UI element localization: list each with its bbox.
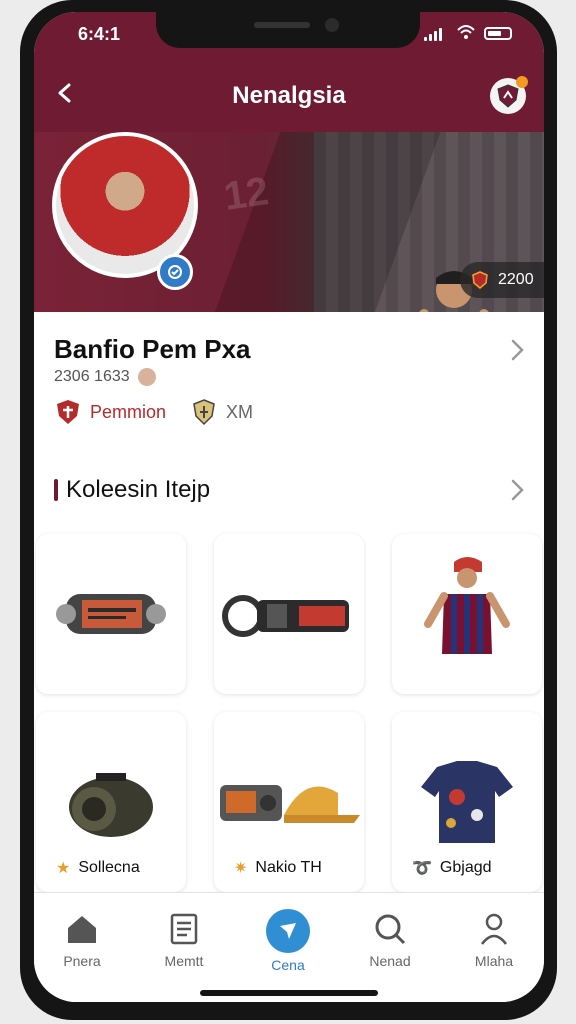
item-label: ➰ Gbjagd xyxy=(412,858,492,878)
item-label: ✷ Nakio TH xyxy=(234,858,322,878)
section-title-text: Koleesin Itejp xyxy=(66,476,211,503)
spark-icon: ✷ xyxy=(234,860,248,877)
collection-item-canister[interactable]: ★ Sollecna xyxy=(36,712,186,892)
belt-icon xyxy=(222,595,349,637)
profile-card[interactable]: Banfio Pem Pxa 2306 1633 Pemmion XM xyxy=(34,312,544,453)
star-icon: ★ xyxy=(56,860,71,877)
signal-icon xyxy=(424,28,442,41)
item-label: ★ Sollecna xyxy=(56,858,140,878)
collection-item-figure[interactable] xyxy=(392,534,542,694)
tag-pemmion[interactable]: Pemmion xyxy=(54,398,166,426)
speaker-grille xyxy=(254,22,310,28)
jersey-icon xyxy=(421,761,513,843)
collection-item-scroll[interactable] xyxy=(36,534,186,694)
screen: Nenalgsia 6:4:1 12 2200 Banfio Pem Pxa 2… xyxy=(34,12,544,1002)
nav-label: Nenad xyxy=(369,953,411,969)
section-accent-bar xyxy=(54,479,58,501)
score-chip: 2200 xyxy=(460,262,544,298)
collection-item-camera-cap[interactable]: ✷ Nakio TH xyxy=(214,712,364,892)
nav-label: Pnera xyxy=(63,953,101,969)
battery-icon xyxy=(484,27,512,40)
home-indicator xyxy=(200,990,378,996)
profile-meta-text: 2306 1633 xyxy=(54,368,130,385)
ribbon-icon: ➰ xyxy=(412,860,432,877)
profile-meta: 2306 1633 xyxy=(54,368,156,386)
nav-label: Cena xyxy=(271,957,305,973)
film-canister-icon xyxy=(69,773,153,837)
home-icon xyxy=(42,909,122,949)
item-label-text: Nakio TH xyxy=(255,859,322,876)
collection-item-belt[interactable] xyxy=(214,534,364,694)
front-camera xyxy=(325,18,339,32)
page-title: Nenalgsia xyxy=(232,82,346,109)
item-label-text: Gbjagd xyxy=(439,859,492,876)
shield-icon xyxy=(497,84,519,108)
document-icon xyxy=(144,909,224,949)
search-icon xyxy=(350,909,430,949)
compass-icon xyxy=(266,909,310,953)
notification-dot xyxy=(516,76,528,88)
verified-badge xyxy=(157,254,193,290)
scroll-drum-icon xyxy=(56,594,166,634)
verified-icon xyxy=(168,265,182,279)
shield-badge-button[interactable] xyxy=(490,76,528,114)
camera-and-cap-icon xyxy=(220,785,360,823)
score-value: 2200 xyxy=(498,271,534,288)
tag-label: Pemmion xyxy=(90,401,167,422)
wifi-icon xyxy=(456,24,476,45)
profile-tags: Pemmion XM xyxy=(54,398,253,426)
tag-xm[interactable]: XM xyxy=(190,398,253,426)
nav-label: Mlaha xyxy=(474,953,514,969)
club-crest-icon xyxy=(57,400,79,424)
collection-item-jersey[interactable]: ➰ Gbjagd xyxy=(392,712,542,892)
nav-label: Memtt xyxy=(164,953,204,969)
coin-icon xyxy=(137,368,156,386)
player-figure-icon xyxy=(424,557,510,654)
profile-name: Banfio Pem Pxa xyxy=(54,334,251,364)
collection-grid: ★ Sollecna ✷ Nakio TH ➰ Gbjagd xyxy=(34,522,544,902)
collection-section: Koleesin Itejp ★ Sollecna ✷ Nakio TH ➰ G… xyxy=(34,452,544,902)
item-label-text: Sollecna xyxy=(78,859,140,876)
chevron-right-icon[interactable] xyxy=(510,338,526,367)
nav-item-home[interactable]: Pnera xyxy=(42,909,122,969)
nav-item-profile[interactable]: Mlaha xyxy=(454,909,534,969)
nav-item-compass[interactable]: Cena xyxy=(248,909,328,973)
trophy-icon xyxy=(472,271,488,289)
user-icon xyxy=(454,909,534,949)
shirt-number: 12 xyxy=(221,169,272,219)
notch xyxy=(156,12,420,48)
tag-label: XM xyxy=(226,401,254,422)
chevron-right-icon[interactable] xyxy=(510,478,526,507)
section-title: Koleesin Itejp xyxy=(54,476,210,504)
nav-item-document[interactable]: Memtt xyxy=(144,909,224,969)
shield-crest-icon xyxy=(193,399,215,426)
nav-item-search[interactable]: Nenad xyxy=(350,909,430,969)
status-time: 6:4:1 xyxy=(78,24,121,44)
bottom-navigation: Pnera Memtt Cena Nenad Mlaha xyxy=(34,892,544,1002)
